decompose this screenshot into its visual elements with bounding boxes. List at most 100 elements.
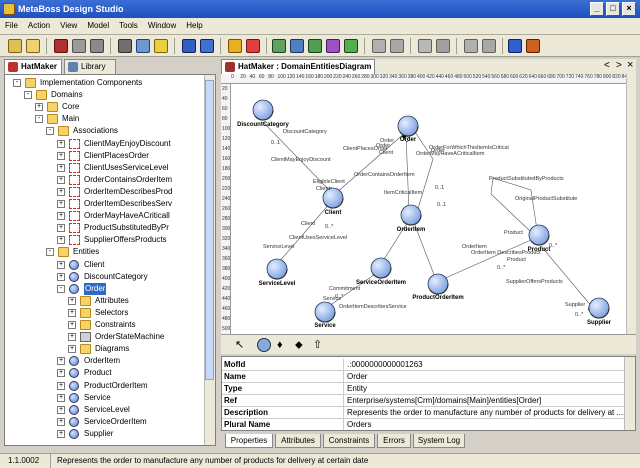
property-value[interactable]: Order	[343, 371, 625, 382]
tree-node[interactable]: + OrderItemDescribesProd	[5, 186, 205, 198]
tree-node[interactable]: - Domains	[5, 89, 205, 101]
property-value[interactable]: .:0000000000001263	[343, 359, 625, 370]
property-row[interactable]: MofId .:0000000000001263	[222, 359, 626, 371]
entity-node-serviceorderitem[interactable]: ServiceOrderItem	[356, 257, 406, 286]
align-icon[interactable]	[464, 39, 478, 53]
minimize-button[interactable]: _	[590, 2, 604, 16]
tree-node[interactable]: + ClientUsesServiceLevel	[5, 162, 205, 174]
expand-toggle[interactable]: +	[57, 187, 65, 196]
expand-toggle[interactable]: +	[57, 236, 65, 245]
close-button[interactable]: ×	[622, 2, 636, 16]
arrange-icon[interactable]	[436, 39, 450, 53]
delete-icon[interactable]	[246, 39, 260, 53]
tree-node[interactable]: + Product	[5, 367, 205, 379]
expand-toggle[interactable]: +	[68, 333, 76, 342]
distribute-icon[interactable]	[482, 39, 496, 53]
property-row[interactable]: Plural Name Orders	[222, 419, 626, 430]
expand-toggle[interactable]: +	[68, 308, 76, 317]
diagram-scrollbar[interactable]	[626, 74, 636, 334]
settings-gear-icon[interactable]	[182, 39, 196, 53]
expand-toggle[interactable]: +	[57, 369, 65, 378]
expand-toggle[interactable]: +	[68, 296, 76, 305]
expand-toggle[interactable]: +	[57, 260, 65, 269]
menu-help[interactable]: Help	[181, 18, 207, 34]
expand-toggle[interactable]: +	[57, 151, 65, 160]
assoc-line-client-servicelevel[interactable]	[278, 201, 332, 263]
collapse-toggle[interactable]: -	[46, 248, 54, 257]
properties-scrollbar[interactable]	[624, 357, 635, 430]
model-icon[interactable]	[54, 39, 68, 53]
tab-errors[interactable]: Errors	[377, 434, 411, 448]
tree-node[interactable]: - Entities	[5, 246, 205, 258]
diagram-svg[interactable]: DiscountCategory Order Client OrderItem Prod…	[231, 84, 626, 334]
tab-properties[interactable]: Properties	[225, 434, 273, 448]
tree-node[interactable]: - Order	[5, 282, 205, 295]
tab-attributes[interactable]: Attributes	[275, 434, 321, 448]
expand-toggle[interactable]: +	[68, 321, 76, 329]
validate-icon[interactable]	[200, 39, 214, 53]
property-value[interactable]: Orders	[343, 419, 625, 430]
entity-node-servicelevel[interactable]: ServiceLevel	[259, 258, 296, 287]
paste-icon[interactable]	[390, 39, 404, 53]
tree-node[interactable]: + Service	[5, 392, 205, 404]
add-attribute-icon[interactable]	[326, 39, 340, 53]
assoc-line-client-order[interactable]	[334, 131, 407, 195]
property-row[interactable]: Description Represents the order to manuf…	[222, 407, 626, 419]
tree-node[interactable]: + Client	[5, 259, 205, 271]
assoc-line-product-substitute[interactable]	[490, 177, 538, 233]
pencil-icon[interactable]	[228, 39, 242, 53]
tab-library[interactable]: Library	[64, 59, 116, 74]
pane-splitter[interactable]	[217, 57, 220, 453]
tree-node[interactable]: + Supplier	[5, 428, 205, 440]
add-entity-icon[interactable]	[290, 39, 304, 53]
property-row[interactable]: Ref Enterprise/systems[Crm]/domains[Main]…	[222, 395, 626, 407]
entity-tool-icon[interactable]	[257, 338, 271, 352]
entity-node-service[interactable]: Service	[314, 301, 336, 329]
collapse-toggle[interactable]: -	[24, 91, 32, 100]
expand-toggle[interactable]: +	[57, 175, 65, 184]
maximize-button[interactable]: □	[606, 2, 620, 16]
assoc-line-critical-orderitem[interactable]	[416, 158, 434, 213]
entity-node-order[interactable]: Order	[397, 115, 419, 143]
print-icon[interactable]	[118, 39, 132, 53]
tab-system-log[interactable]: System Log	[413, 434, 465, 448]
tree-node[interactable]: + ServiceLevel	[5, 404, 205, 416]
new-icon[interactable]	[8, 39, 22, 53]
find-icon[interactable]	[526, 39, 540, 53]
lightning-icon[interactable]	[154, 39, 168, 53]
tree-node[interactable]: + Core	[5, 101, 205, 113]
add-selector-icon[interactable]	[344, 39, 358, 53]
open-icon[interactable]	[26, 39, 40, 53]
tree-node[interactable]: + OrderItemDescribesServ	[5, 198, 205, 210]
expand-toggle[interactable]: +	[35, 103, 43, 112]
aggregation-tool-icon[interactable]: ♦	[277, 338, 291, 352]
property-value[interactable]: Entity	[343, 383, 625, 394]
tree-node[interactable]: + Attributes	[5, 295, 205, 307]
tree-node[interactable]: - Associations	[5, 125, 205, 137]
tree-node[interactable]: + OrderStateMachine	[5, 331, 205, 343]
save-icon[interactable]	[72, 39, 86, 53]
menu-tools[interactable]: Tools	[114, 18, 143, 34]
expand-toggle[interactable]: +	[57, 393, 65, 402]
tree-scrollbar-thumb[interactable]	[205, 80, 214, 380]
tree-node[interactable]: + ProductSubstitutedByPr	[5, 222, 205, 234]
save-all-icon[interactable]	[90, 39, 104, 53]
close-diagram-button[interactable]: ×	[627, 59, 633, 71]
entity-node-productorderitem[interactable]: ProductOrderItem	[412, 273, 464, 301]
menu-model[interactable]: Model	[82, 18, 114, 34]
next-diagram-button[interactable]: >	[616, 60, 622, 71]
tree-node[interactable]: + ClientMayEnjoyDiscount	[5, 138, 205, 150]
menu-action[interactable]: Action	[23, 18, 55, 34]
add-association-icon[interactable]	[308, 39, 322, 53]
tree-node[interactable]: + Constraints	[5, 319, 205, 331]
menu-window[interactable]: Window	[143, 18, 181, 34]
tree-node[interactable]: + SupplierOffersProducts	[5, 234, 205, 246]
tree-node[interactable]: + ClientPlacesOrder	[5, 150, 205, 162]
tree-node[interactable]: + OrderItem	[5, 355, 205, 367]
add-element-icon[interactable]	[272, 39, 286, 53]
copy-icon[interactable]	[372, 39, 386, 53]
tab-constraints[interactable]: Constraints	[323, 434, 375, 448]
layout-icon[interactable]	[418, 39, 432, 53]
pointer-tool-icon[interactable]: ↖	[235, 338, 249, 352]
generate-icon[interactable]	[136, 39, 150, 53]
